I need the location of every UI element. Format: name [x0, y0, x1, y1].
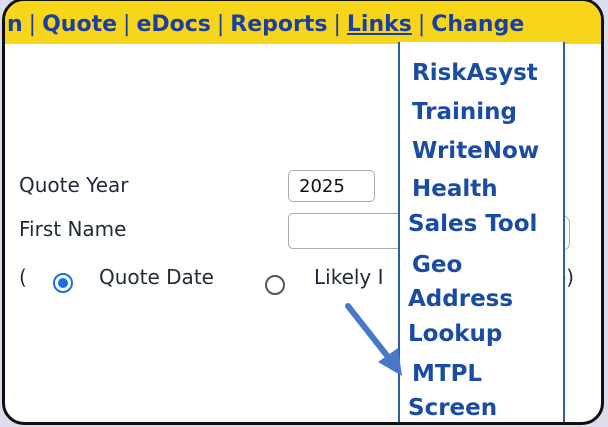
menu-item-health[interactable]: Health [412, 172, 498, 206]
open-paren: ( [19, 265, 27, 289]
links-dropdown-menu: RiskAsyst Training WriteNow Health Sales… [398, 42, 565, 422]
arrow-icon [345, 303, 402, 376]
nav-item-links[interactable]: Links [347, 12, 412, 37]
menu-item-geo[interactable]: Geo [412, 248, 462, 282]
nav-item-partial[interactable]: n [7, 12, 23, 37]
nav-separator: | [123, 12, 131, 37]
menu-item-lookup[interactable]: Lookup [408, 317, 502, 351]
first-name-label: First Name [19, 217, 127, 241]
nav-item-edocs[interactable]: eDocs [136, 12, 210, 37]
quote-year-input[interactable] [288, 170, 375, 202]
quote-date-label: Quote Date [99, 265, 214, 289]
likely-radio[interactable] [265, 275, 285, 295]
menu-item-mtpl[interactable]: MTPL [412, 357, 482, 391]
top-navbar: n | Quote | eDocs | Reports | Links | Change [5, 1, 601, 44]
nav-item-reports[interactable]: Reports [230, 12, 327, 37]
nav-separator: | [28, 12, 37, 37]
menu-item-training[interactable]: Training [412, 95, 517, 129]
menu-item-screen[interactable]: Screen [408, 391, 497, 422]
menu-item-address[interactable]: Address [408, 282, 513, 316]
nav-separator: | [333, 12, 341, 37]
app-window: n | Quote | eDocs | Reports | Links | Change Quote… [2, 0, 604, 425]
nav-separator: | [216, 12, 225, 37]
menu-item-sales-tool[interactable]: Sales Tool [408, 207, 537, 241]
nav-item-change[interactable]: Change [431, 12, 524, 37]
menu-item-riskasyst[interactable]: RiskAsyst [412, 56, 538, 90]
nav-separator: | [417, 12, 426, 37]
menu-item-writenow[interactable]: WriteNow [412, 134, 539, 168]
quote-date-radio[interactable] [53, 273, 73, 293]
first-name-input[interactable] [288, 213, 403, 249]
likely-label: Likely I [314, 265, 384, 289]
nav-item-quote[interactable]: Quote [42, 12, 117, 37]
quote-year-label: Quote Year [19, 173, 129, 197]
